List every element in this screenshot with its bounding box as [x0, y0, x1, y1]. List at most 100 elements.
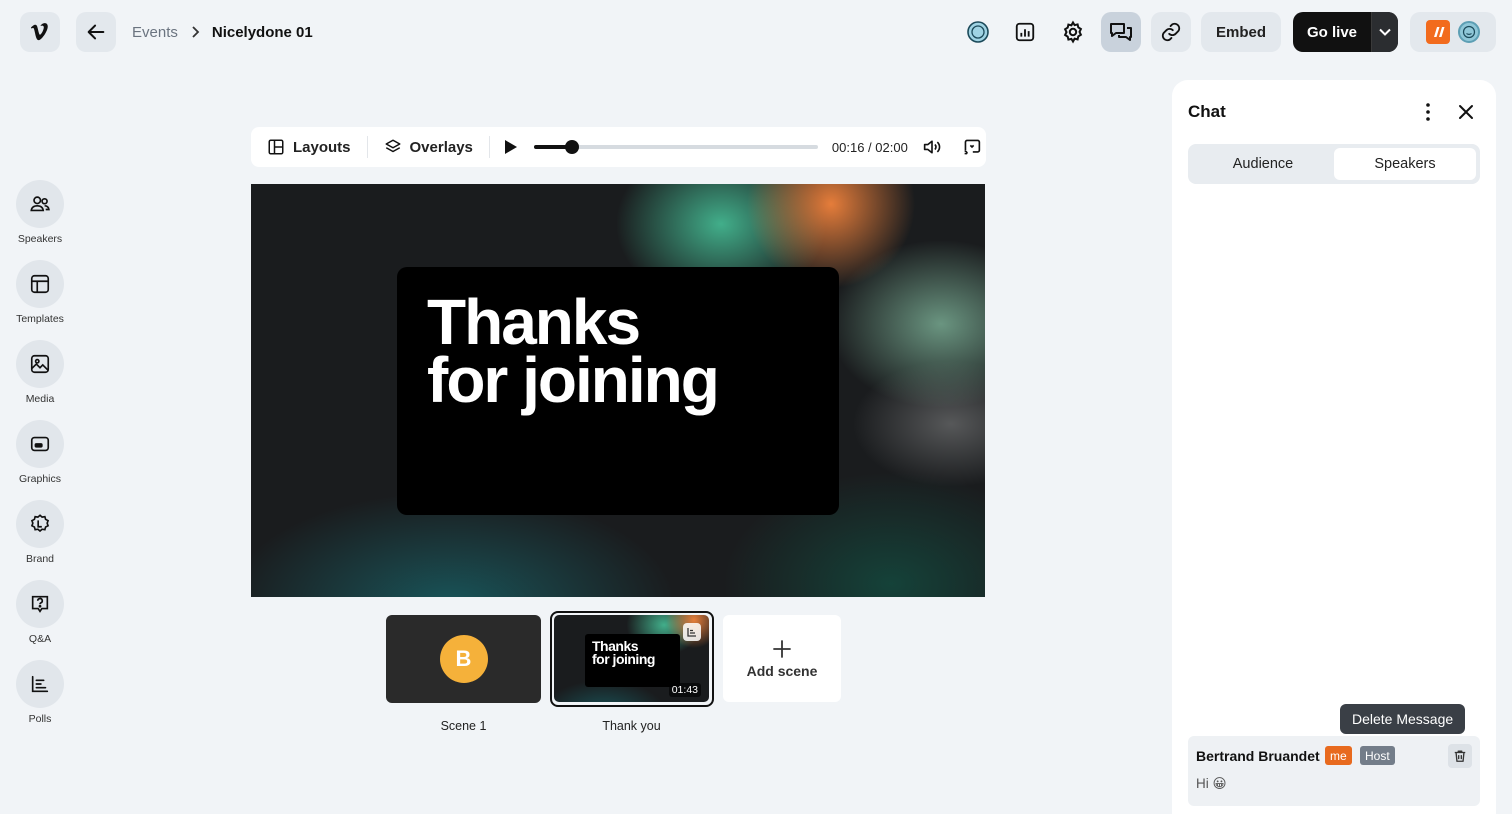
- stage-headline-line1: Thanks: [427, 286, 641, 358]
- playback-scrubber[interactable]: [533, 140, 818, 154]
- playback-handle[interactable]: [565, 140, 580, 154]
- rail-icon-wrap: [16, 260, 64, 308]
- go-live-options-button[interactable]: [1371, 12, 1398, 52]
- add-scene-button[interactable]: Add scene: [723, 615, 841, 702]
- breadcrumb-events-link[interactable]: Events: [132, 24, 178, 41]
- player-toolbar: Layouts Overlays 00:16 / 02:00: [251, 127, 986, 167]
- rail-item-speakers[interactable]: Speakers: [0, 180, 80, 250]
- scene-chart-icon: [683, 623, 701, 641]
- chat-bubbles-icon: [1110, 23, 1132, 41]
- message-author: Bertrand Bruandet: [1196, 748, 1320, 764]
- brand-icon: [30, 514, 50, 533]
- rail-label: Polls: [28, 713, 52, 725]
- thank-you-card: Thanks for joining: [397, 267, 839, 515]
- bar-chart-icon: [31, 675, 49, 693]
- embed-button[interactable]: Embed: [1201, 12, 1281, 52]
- rail-icon-wrap: [16, 340, 64, 388]
- tab-audience[interactable]: Audience: [1192, 148, 1334, 180]
- rail-label: Q&A: [28, 633, 52, 645]
- stage-headline: Thanks for joining: [427, 286, 720, 416]
- gear-icon: [1063, 20, 1083, 44]
- stage-headline-line2: for joining: [427, 344, 720, 416]
- layouts-label: Layouts: [293, 138, 351, 156]
- me-badge: me: [1325, 746, 1352, 765]
- rail-item-qa[interactable]: Q&A: [0, 580, 80, 650]
- volume-icon: [923, 140, 941, 154]
- chat-tabs: Audience Speakers: [1188, 144, 1480, 184]
- plus-icon: [773, 639, 791, 658]
- layout-icon: [30, 274, 50, 294]
- rail-label: Brand: [25, 553, 55, 565]
- scene-label: Scene 1: [440, 719, 487, 733]
- arrow-left-icon: [87, 24, 105, 40]
- chevron-right-icon: [190, 25, 200, 39]
- host-badge: Host: [1360, 746, 1395, 765]
- breadcrumb: Events Nicelydone 01: [132, 22, 313, 42]
- chevron-down-icon: [1379, 28, 1391, 36]
- delete-message-tooltip: Delete Message: [1340, 704, 1466, 734]
- users-icon: [30, 196, 50, 212]
- link-icon: [1161, 22, 1181, 42]
- vimeo-logo-icon: [30, 23, 48, 41]
- top-bar: Events Nicelydone 01 Embed Go live: [0, 0, 1512, 64]
- rail-icon-wrap: [16, 500, 64, 548]
- mini-thank-you-card: Thanks for joining: [585, 634, 680, 687]
- playback-time: 00:16 / 02:00: [831, 139, 908, 155]
- status-indicator-button[interactable]: [958, 12, 998, 52]
- share-link-button[interactable]: [1151, 12, 1191, 52]
- chat-close-button[interactable]: [1454, 100, 1478, 124]
- cast-button[interactable]: [962, 138, 982, 156]
- rail-label: Media: [25, 393, 55, 405]
- scene-thumbnail-1[interactable]: B: [386, 615, 541, 703]
- speaker-avatar: B: [439, 635, 488, 683]
- chat-panel: Chat Audience Speakers Delete Message Be…: [1172, 80, 1496, 814]
- account-button[interactable]: [1410, 12, 1496, 52]
- back-button[interactable]: [76, 12, 116, 52]
- rail-label: Graphics: [18, 473, 61, 485]
- rail-icon-wrap: [16, 180, 64, 228]
- go-live-group: Go live: [1293, 12, 1398, 52]
- more-vertical-icon: [1426, 103, 1430, 121]
- chat-message: Bertrand Bruandet me Host Hi 😀: [1188, 736, 1480, 806]
- trash-icon: [1454, 750, 1466, 762]
- rail-item-polls[interactable]: Polls: [0, 660, 80, 730]
- rail-item-media[interactable]: Media: [0, 340, 80, 410]
- settings-button[interactable]: [1053, 12, 1093, 52]
- overlays-button[interactable]: Overlays: [368, 127, 489, 167]
- close-icon: [1459, 105, 1473, 119]
- stage-preview: Thanks for joining: [251, 184, 985, 597]
- tab-speakers[interactable]: Speakers: [1334, 148, 1476, 180]
- breadcrumb-current: Nicelydone 01: [211, 23, 313, 41]
- scene-thumbnail-preview: Thanks for joining 01:43: [554, 615, 709, 702]
- question-icon: [31, 595, 49, 613]
- user-avatar-icon: [1458, 21, 1480, 43]
- rail-item-brand[interactable]: Brand: [0, 500, 80, 570]
- layers-icon: [385, 139, 401, 153]
- delete-message-button[interactable]: [1448, 744, 1472, 768]
- scene-label: Thank you: [602, 719, 661, 733]
- message-text: Hi 😀: [1196, 776, 1227, 791]
- toolbar-divider: [488, 136, 490, 158]
- scene-duration: 01:43: [668, 683, 701, 697]
- vimeo-logo-button[interactable]: [20, 12, 60, 52]
- rail-icon-wrap: [16, 580, 64, 628]
- mini-headline-line2: for joining: [592, 651, 655, 667]
- add-scene-label: Add scene: [746, 662, 818, 679]
- rail-item-templates[interactable]: Templates: [0, 260, 80, 330]
- status-circle-icon: [967, 21, 989, 43]
- volume-button[interactable]: [922, 138, 942, 156]
- chat-toggle-button[interactable]: [1101, 12, 1141, 52]
- layouts-button[interactable]: Layouts: [251, 127, 367, 167]
- analytics-button[interactable]: [1005, 12, 1045, 52]
- scene-thumbnail-2-selected[interactable]: Thanks for joining 01:43: [550, 611, 714, 707]
- go-live-button[interactable]: Go live: [1293, 12, 1371, 52]
- image-icon: [30, 354, 50, 374]
- rail-icon-wrap: [16, 420, 64, 468]
- rail-item-graphics[interactable]: Graphics: [0, 420, 80, 490]
- play-button[interactable]: [504, 139, 518, 155]
- chat-more-button[interactable]: [1418, 100, 1438, 124]
- overlays-label: Overlays: [409, 138, 473, 156]
- analytics-icon: [1015, 22, 1035, 42]
- mini-headline: Thanks for joining: [592, 639, 655, 667]
- layout-icon: [268, 139, 284, 155]
